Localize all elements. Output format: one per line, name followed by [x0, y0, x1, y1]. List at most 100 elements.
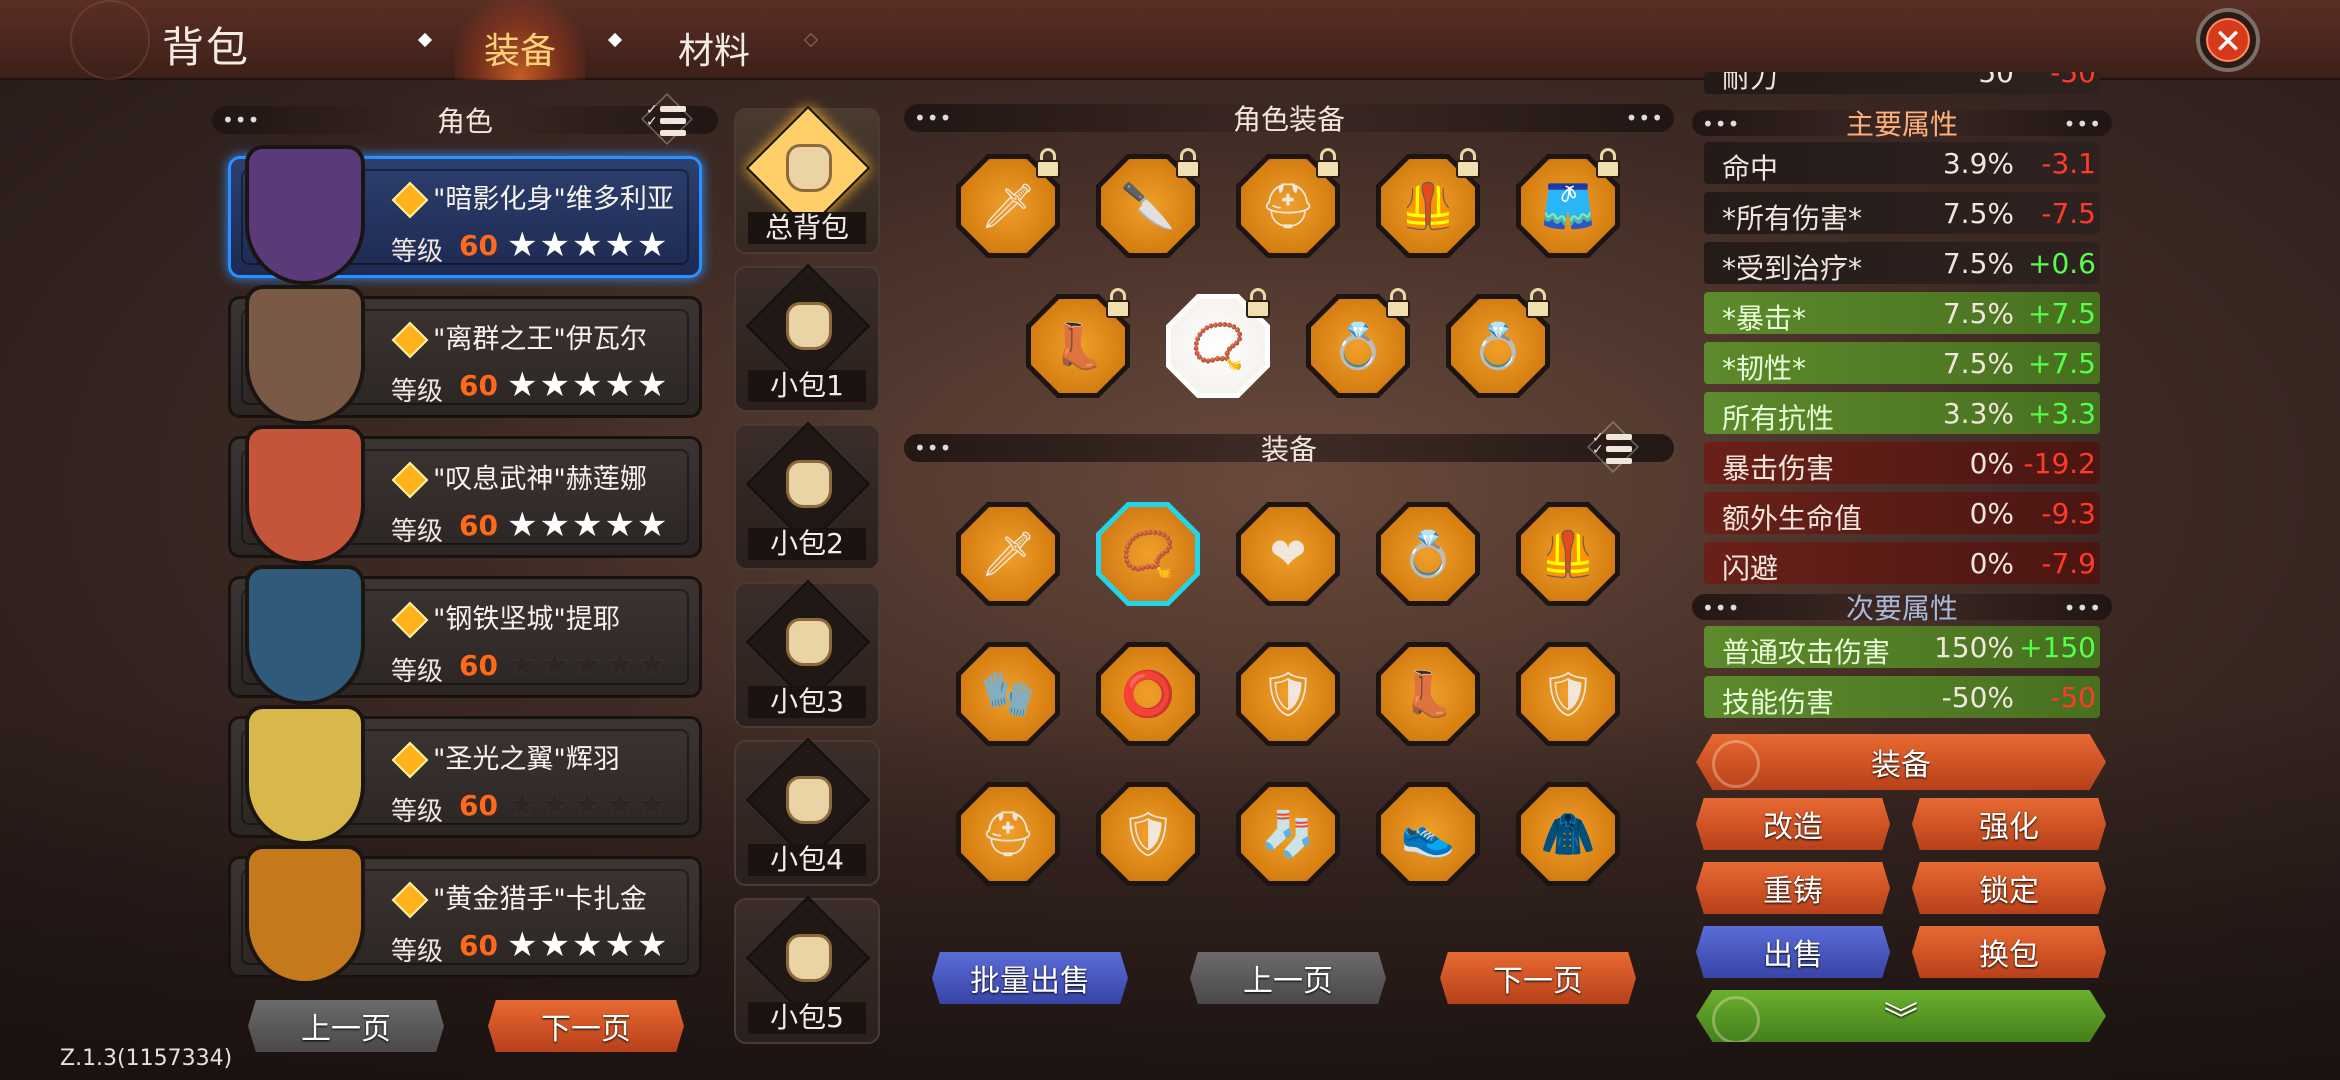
purple-greaves-icon: 🧦 [1260, 809, 1316, 860]
bag-label: 总背包 [748, 212, 866, 244]
inventory-item[interactable]: 🛡 [1516, 642, 1620, 746]
lock-icon [1594, 148, 1622, 178]
bag-label: 小包4 [748, 844, 866, 876]
tab-materials[interactable]: 材料 [678, 22, 750, 74]
backpack-icon [786, 776, 832, 824]
bag-tab-2[interactable]: 小包2 [734, 421, 880, 570]
dagger-icon: 🔪 [1120, 181, 1176, 232]
character-card[interactable]: "离群之王"伊瓦尔 等级 60 ★★★★★ [228, 285, 702, 425]
dots-icon: ••• [2063, 596, 2102, 620]
stat-row: 命中 3.9% -3.1 [1704, 142, 2100, 185]
inventory-item[interactable]: 🗡 [956, 502, 1060, 606]
equipped-slot-chest[interactable]: 🦺 [1376, 148, 1480, 258]
inventory-item[interactable]: 👟 [1376, 782, 1480, 886]
character-card[interactable]: "钢铁坚城"提耶 等级 60 ★★★★★ [228, 565, 702, 705]
dots-icon: ••• [914, 106, 953, 130]
filter-list-icon[interactable]: ✓ ✓ [640, 92, 694, 146]
character-name: "圣光之翼"辉羽 [433, 744, 620, 775]
character-portrait [245, 145, 365, 285]
equipped-slot-ring-1[interactable]: 💍 [1306, 288, 1410, 398]
characters-next-page-button[interactable]: 下一页 [488, 1000, 684, 1052]
lock-button[interactable]: 锁定 [1912, 862, 2106, 914]
character-card[interactable]: "叹息武神"赫莲娜 等级 60 ★★★★★ [228, 425, 702, 565]
dots-icon: ••• [1702, 596, 1741, 620]
spear-icon: 🗡 [980, 529, 1036, 580]
character-card[interactable]: "暗影化身"维多利亚 等级 60 ★★★★★ [228, 145, 702, 285]
equipped-slot-ring-2[interactable]: 💍 [1446, 288, 1550, 398]
stat-row-improved: *韧性* 7.5% +7.5 [1704, 342, 2100, 385]
bracers-icon: 🧤 [980, 669, 1036, 720]
inventory-item[interactable]: ❤ [1236, 502, 1340, 606]
ring-icon: 💍 [1400, 529, 1456, 580]
inventory-item[interactable]: 🧦 [1236, 782, 1340, 886]
emblem-icon [70, 0, 150, 80]
close-button[interactable]: ✕ [2196, 8, 2260, 72]
stat-row-improved: *暴击* 7.5% +7.5 [1704, 292, 2100, 335]
equipped-slot-offhand[interactable]: 🔪 [1096, 148, 1200, 258]
purple-boots-icon: 👢 [1400, 669, 1456, 720]
sort-list-icon[interactable]: ✓ ✓ [1586, 420, 1640, 474]
backpack-icon [786, 618, 832, 666]
character-portrait [245, 425, 365, 565]
equip-button[interactable]: 装备 [1696, 734, 2106, 790]
inventory-item-selected[interactable]: 📿 [1096, 502, 1200, 606]
diamond-icon [803, 32, 819, 48]
bag-tab-1[interactable]: 小包1 [734, 263, 880, 412]
inventory-item[interactable]: 🛡 [1096, 782, 1200, 886]
inventory-item[interactable]: 🦺 [1516, 502, 1620, 606]
inventory-next-page-button[interactable]: 下一页 [1440, 952, 1636, 1004]
belt-icon: ⭕ [1120, 669, 1176, 720]
tab-equipment[interactable]: 装备 [484, 22, 556, 74]
inventory-item[interactable]: 👢 [1376, 642, 1480, 746]
amulet-icon: 📿 [1120, 529, 1176, 580]
amulet-icon: 📿 [1190, 321, 1246, 372]
lock-icon [1314, 148, 1342, 178]
equipped-slot-helmet[interactable]: ⛑ [1236, 148, 1340, 258]
backpack-icon [786, 460, 832, 508]
inventory-item[interactable]: 🧤 [956, 642, 1060, 746]
inventory-item[interactable]: 🧥 [1516, 782, 1620, 886]
expand-button[interactable]: ︾ [1696, 990, 2106, 1042]
bag-tab-3[interactable]: 小包3 [734, 579, 880, 728]
backpack-icon [786, 934, 832, 982]
equipped-slot-boots[interactable]: 👢 [1026, 288, 1130, 398]
dots-icon: ••• [2063, 112, 2102, 136]
characters-prev-page-button[interactable]: 上一页 [248, 1000, 444, 1052]
bulk-sell-button[interactable]: 批量出售 [932, 952, 1128, 1004]
switch-bag-button[interactable]: 换包 [1912, 926, 2106, 978]
inventory-item[interactable]: ⭕ [1096, 642, 1200, 746]
enhance-button[interactable]: 强化 [1912, 798, 2106, 850]
equipped-slot-weapon[interactable]: 🗡 [956, 148, 1060, 258]
bag-label: 小包3 [748, 686, 866, 718]
equipped-slot-legs[interactable]: 🩳 [1516, 148, 1620, 258]
secondary-attributes-title: 次要属性 [1845, 592, 1958, 625]
level-label: 等级 [391, 237, 444, 267]
purple-armor-icon: 🛡 [1120, 809, 1176, 860]
bag-tab-4[interactable]: 小包4 [734, 737, 880, 886]
reforge-button[interactable]: 改造 [1696, 798, 1890, 850]
sell-button[interactable]: 出售 [1696, 926, 1890, 978]
leg-armor-icon: 🩳 [1540, 181, 1596, 232]
inventory-item[interactable]: 💍 [1376, 502, 1480, 606]
bag-tab-5[interactable]: 小包5 [734, 895, 880, 1044]
character-name: "暗影化身"维多利亚 [433, 184, 674, 215]
stat-row-reduced: 额外生命值 0% -9.3 [1704, 492, 2100, 535]
chest-armor-icon: 🦺 [1540, 529, 1596, 580]
dots-icon: ••• [222, 108, 261, 132]
character-card[interactable]: "黄金猎手"卡扎金 等级 60 ★★★★★ [228, 845, 702, 985]
star-rating: ★★★★★ [507, 365, 670, 405]
stat-row-improved: 普通攻击伤害 150% +150 [1704, 626, 2100, 669]
lock-icon [1244, 288, 1272, 318]
inventory-item[interactable]: ⛑ [956, 782, 1060, 886]
dark-armor-icon: 🛡 [1540, 669, 1596, 720]
inventory-prev-page-button[interactable]: 上一页 [1190, 952, 1386, 1004]
recast-button[interactable]: 重铸 [1696, 862, 1890, 914]
character-card[interactable]: "圣光之翼"辉羽 等级 60 ★★★★★ [228, 705, 702, 845]
bag-tab-all[interactable]: 总背包 [734, 105, 880, 254]
inventory-item[interactable]: 🛡 [1236, 642, 1340, 746]
page-title: 背包 [162, 23, 251, 72]
stat-row-reduced: 闪避 0% -7.9 [1704, 542, 2100, 585]
equipped-slot-amulet[interactable]: 📿 [1166, 288, 1270, 398]
star-rating: ★★★★★ [507, 925, 670, 965]
backpack-icon [786, 302, 832, 350]
